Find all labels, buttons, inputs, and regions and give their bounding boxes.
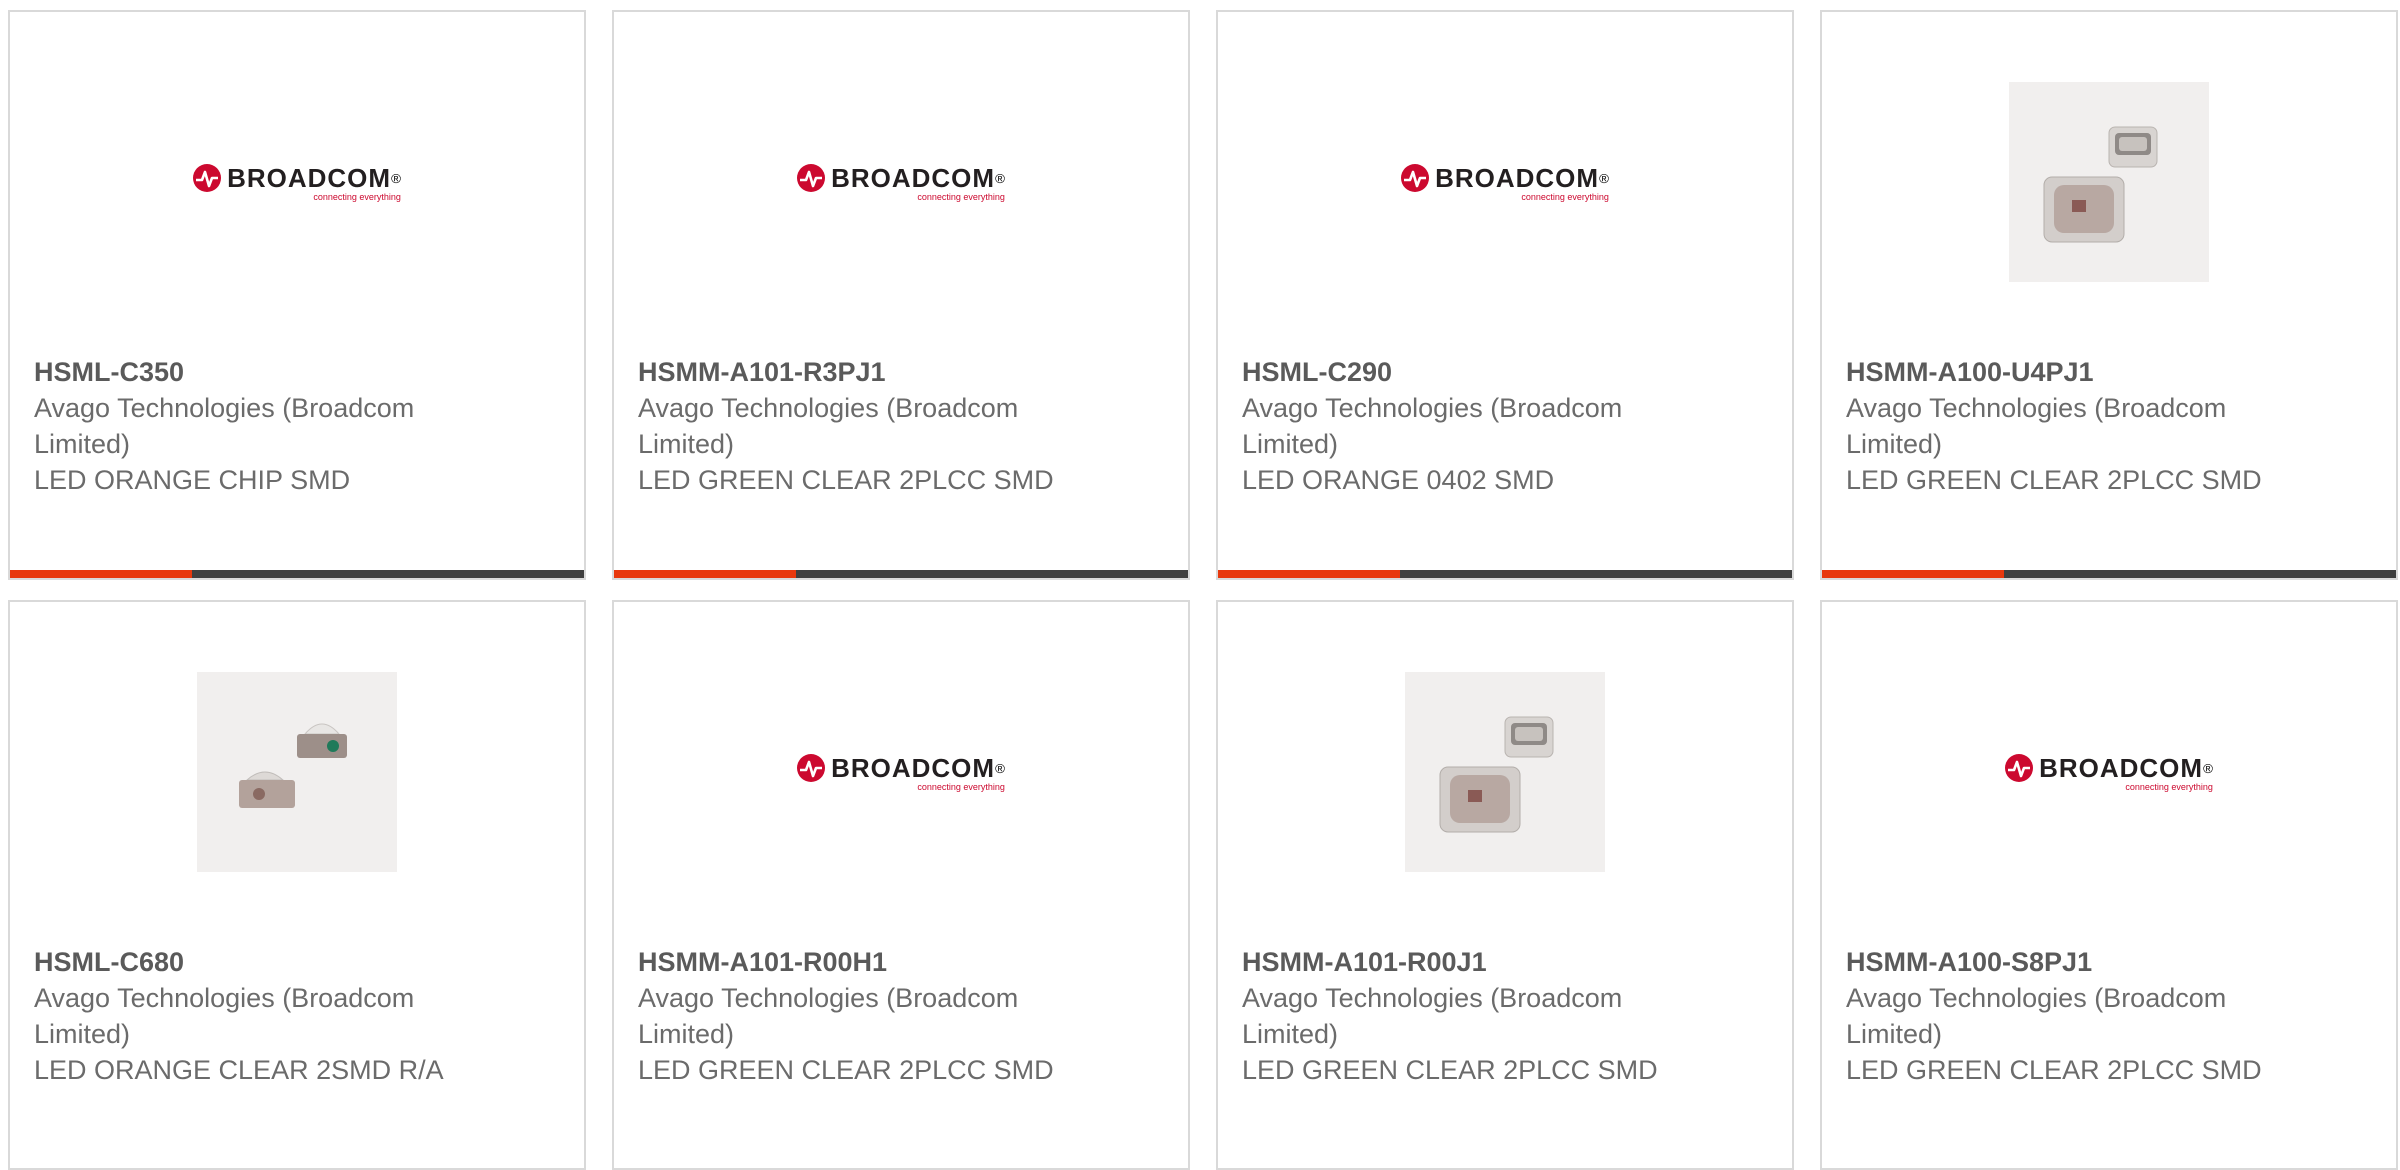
product-card[interactable]: HSMM-A101-R00J1 Avago Technologies (Broa… bbox=[1216, 600, 1794, 1170]
broadcom-pulse-icon bbox=[193, 164, 222, 192]
logo-tagline: connecting everything bbox=[1521, 191, 1609, 202]
led-large-package bbox=[1439, 766, 1521, 833]
led-small-package bbox=[2108, 126, 2158, 168]
logo-wordmark: BROADCOM bbox=[2039, 752, 2204, 783]
right-angle-led-photo bbox=[197, 672, 397, 872]
broadcom-logo: BROADCOM ® connecting everything bbox=[2005, 753, 2213, 792]
led-top-package bbox=[297, 723, 347, 758]
broadcom-pulse-icon bbox=[1401, 164, 1430, 192]
description: LED GREEN CLEAR 2PLCC SMD bbox=[1846, 1055, 2262, 1085]
manufacturer: Avago Technologies (Broadcom Limited) bbox=[34, 983, 415, 1049]
logo-wordmark: BROADCOM bbox=[831, 162, 996, 193]
description: LED GREEN CLEAR 2PLCC SMD bbox=[1242, 1055, 1658, 1085]
product-card[interactable]: BROADCOM ® connecting everything HSML-C29… bbox=[1216, 10, 1794, 580]
broadcom-logo: BROADCOM ® connecting everything bbox=[797, 753, 1005, 792]
description: LED ORANGE CHIP SMD bbox=[34, 465, 351, 495]
plcc-led-photo bbox=[1405, 672, 1605, 872]
product-image[interactable] bbox=[1822, 12, 2396, 352]
manufacturer: Avago Technologies (Broadcom Limited) bbox=[638, 393, 1019, 459]
plcc-led-photo bbox=[2009, 82, 2209, 282]
card-accent-bar bbox=[614, 570, 1188, 578]
broadcom-pulse-icon bbox=[2005, 754, 2034, 782]
led-large-package bbox=[2043, 176, 2125, 243]
product-card[interactable]: HSML-C680 Avago Technologies (Broadcom L… bbox=[8, 600, 586, 1170]
card-accent-bar bbox=[1218, 570, 1792, 578]
card-accent-bar bbox=[10, 570, 584, 578]
manufacturer: Avago Technologies (Broadcom Limited) bbox=[1846, 983, 2227, 1049]
manufacturer: Avago Technologies (Broadcom Limited) bbox=[1846, 393, 2227, 459]
product-card[interactable]: BROADCOM ® connecting everything HSMM-A10… bbox=[1820, 600, 2398, 1170]
broadcom-logo: BROADCOM ® connecting everything bbox=[1401, 163, 1609, 202]
product-image[interactable] bbox=[1218, 602, 1792, 942]
product-card[interactable]: BROADCOM ® connecting everything HSMM-A10… bbox=[612, 600, 1190, 1170]
part-number[interactable]: HSMM-A100-U4PJ1 bbox=[1846, 354, 2372, 390]
description: LED ORANGE 0402 SMD bbox=[1242, 465, 1555, 495]
led-small-package bbox=[1504, 716, 1554, 758]
logo-wordmark: BROADCOM bbox=[227, 162, 392, 193]
manufacturer: Avago Technologies (Broadcom Limited) bbox=[638, 983, 1019, 1049]
led-bottom-package bbox=[239, 771, 295, 808]
part-number[interactable]: HSMM-A101-R00J1 bbox=[1242, 944, 1768, 980]
card-accent-bar bbox=[1822, 570, 2396, 578]
broadcom-pulse-icon bbox=[797, 754, 826, 782]
product-image[interactable]: BROADCOM ® connecting everything bbox=[614, 12, 1188, 352]
logo-tagline: connecting everything bbox=[917, 191, 1005, 202]
part-number[interactable]: HSML-C350 bbox=[34, 354, 560, 390]
part-number[interactable]: HSML-C680 bbox=[34, 944, 560, 980]
product-image[interactable]: BROADCOM ® connecting everything bbox=[10, 12, 584, 352]
product-image[interactable] bbox=[10, 602, 584, 942]
logo-tagline: connecting everything bbox=[313, 191, 401, 202]
manufacturer: Avago Technologies (Broadcom Limited) bbox=[1242, 393, 1623, 459]
logo-wordmark: BROADCOM bbox=[1435, 162, 1600, 193]
product-grid: BROADCOM ® connecting everything HSML-C35… bbox=[8, 10, 2400, 1170]
part-number[interactable]: HSMM-A101-R3PJ1 bbox=[638, 354, 1164, 390]
description: LED GREEN CLEAR 2PLCC SMD bbox=[1846, 465, 2262, 495]
logo-tagline: connecting everything bbox=[917, 781, 1005, 792]
part-number[interactable]: HSML-C290 bbox=[1242, 354, 1768, 390]
manufacturer: Avago Technologies (Broadcom Limited) bbox=[34, 393, 415, 459]
manufacturer: Avago Technologies (Broadcom Limited) bbox=[1242, 983, 1623, 1049]
description: LED GREEN CLEAR 2PLCC SMD bbox=[638, 1055, 1054, 1085]
broadcom-logo: BROADCOM ® connecting everything bbox=[797, 163, 1005, 202]
logo-tagline: connecting everything bbox=[2125, 781, 2213, 792]
logo-wordmark: BROADCOM bbox=[831, 752, 996, 783]
product-image[interactable]: BROADCOM ® connecting everything bbox=[1218, 12, 1792, 352]
part-number[interactable]: HSMM-A101-R00H1 bbox=[638, 944, 1164, 980]
description: LED ORANGE CLEAR 2SMD R/A bbox=[34, 1055, 444, 1085]
product-card[interactable]: BROADCOM ® connecting everything HSMM-A10… bbox=[612, 10, 1190, 580]
broadcom-pulse-icon bbox=[797, 164, 826, 192]
description: LED GREEN CLEAR 2PLCC SMD bbox=[638, 465, 1054, 495]
part-number[interactable]: HSMM-A100-S8PJ1 bbox=[1846, 944, 2372, 980]
product-image[interactable]: BROADCOM ® connecting everything bbox=[1822, 602, 2396, 942]
product-card[interactable]: BROADCOM ® connecting everything HSML-C35… bbox=[8, 10, 586, 580]
broadcom-logo: BROADCOM ® connecting everything bbox=[193, 163, 401, 202]
product-card[interactable]: HSMM-A100-U4PJ1 Avago Technologies (Broa… bbox=[1820, 10, 2398, 580]
product-image[interactable]: BROADCOM ® connecting everything bbox=[614, 602, 1188, 942]
